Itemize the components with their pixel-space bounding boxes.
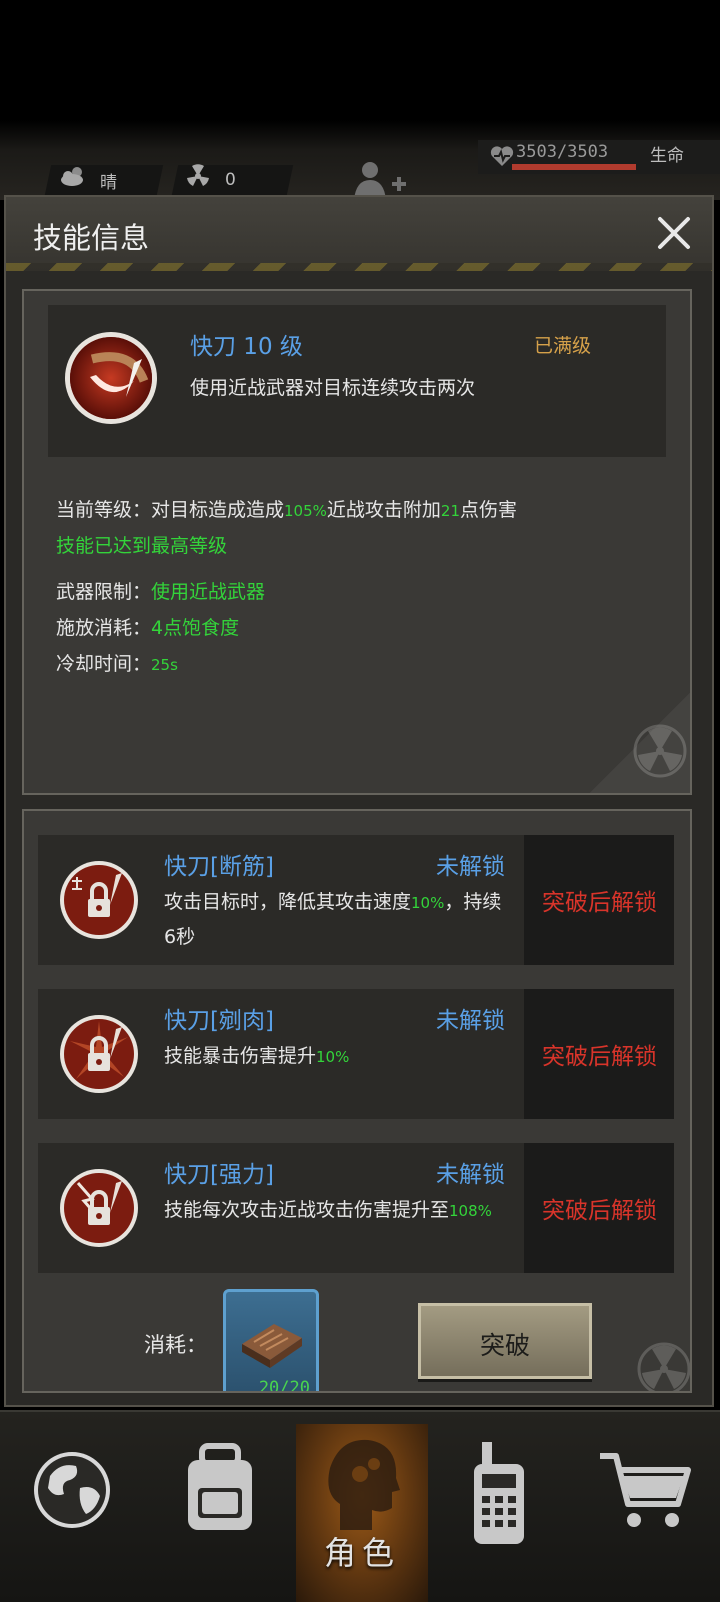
flesh-cut-skill-locked-icon xyxy=(60,1015,138,1093)
sub-skill-description: 攻击目标时，降低其攻击速度10%，持续6秒 xyxy=(164,885,504,954)
sub-skill-desc-prefix: 攻击目标时，降低其攻击速度 xyxy=(164,891,412,913)
skill-name: 快刀 10 级 xyxy=(190,334,303,360)
sub-skill-desc-value: 10% xyxy=(411,894,445,912)
current-level-suffix: 点伤害 xyxy=(460,499,518,521)
unlock-condition-text: 突破后解锁 xyxy=(542,890,657,916)
cast-cost-label: 施放消耗： xyxy=(56,617,152,639)
skill-info-panel: 快刀 10 级 已满级 使用近战武器对目标连续攻击两次 当前等级：对目标造成造成… xyxy=(22,289,692,795)
material-count: 20/20 xyxy=(258,1378,310,1393)
breakthrough-cost-label: 消耗： xyxy=(144,1333,207,1357)
world-map-icon[interactable] xyxy=(30,1440,140,1600)
sub-skill-status: 未解锁 xyxy=(436,854,505,880)
radiation-watermark-icon xyxy=(637,1342,690,1391)
add-friend-icon[interactable] xyxy=(352,160,412,200)
unlock-condition-text: 突破后解锁 xyxy=(542,1044,657,1070)
backpack-icon[interactable] xyxy=(172,1440,282,1600)
quick-blade-skill-icon xyxy=(65,332,157,424)
sub-skill-status: 未解锁 xyxy=(436,1162,505,1188)
max-level-badge: 已满级 xyxy=(534,335,592,357)
sub-skill-description: 技能每次攻击近战攻击伤害提升至108% xyxy=(164,1193,524,1228)
health-label: 生命 xyxy=(650,146,684,166)
sub-skill-desc-prefix: 技能暴击伤害提升 xyxy=(164,1045,317,1067)
unlock-condition-panel: 突破后解锁 xyxy=(524,989,674,1119)
dialog-title: 技能信息 xyxy=(33,221,150,255)
cooldown-value: 25s xyxy=(151,656,178,674)
radiation-icon xyxy=(187,164,209,186)
breakthrough-button-label: 突破 xyxy=(479,1331,530,1360)
skill-info-dialog: 技能信息 快刀 10 级 已满级 使用近战武器对目标连续攻击两次 当前等级：对目… xyxy=(4,195,714,1407)
current-level-mid: 近战攻击附加 xyxy=(326,499,441,521)
cloudy-sun-icon xyxy=(61,167,83,186)
sub-skill-desc-value: 108% xyxy=(449,1202,492,1220)
sub-skill-name: 快刀[剜肉] xyxy=(164,1008,274,1034)
unlock-condition-panel: 突破后解锁 xyxy=(524,835,674,965)
health-value: 3503/3503 xyxy=(516,142,609,162)
sub-skill-desc-prefix: 技能每次攻击近战攻击伤害提升至 xyxy=(164,1199,450,1221)
radiation-value: 0 xyxy=(225,170,236,190)
current-level-bonus: 21 xyxy=(440,502,461,520)
sub-skill-status: 未解锁 xyxy=(436,1008,505,1034)
skill-description: 使用近战武器对目标连续攻击两次 xyxy=(190,377,476,399)
current-level-line: 当前等级：对目标造成造成105%近战攻击附加21点伤害 xyxy=(56,495,517,522)
weapon-value: 使用近战武器 xyxy=(151,581,266,603)
skill-header: 快刀 10 级 已满级 使用近战武器对目标连续攻击两次 xyxy=(48,305,666,457)
breakthrough-material-slot[interactable]: 20/20 xyxy=(223,1289,319,1393)
close-icon[interactable] xyxy=(654,213,694,253)
health-bar xyxy=(512,164,636,170)
weather-text: 晴 xyxy=(100,173,117,193)
character-head-icon xyxy=(328,1439,400,1530)
nav-item-character[interactable]: 角色 xyxy=(296,1424,428,1602)
shopping-cart-icon[interactable] xyxy=(596,1440,706,1600)
health-bar-fill xyxy=(512,164,636,170)
current-level-prefix: 当前等级：对目标造成造成 xyxy=(56,499,285,521)
sub-skill-row[interactable]: 快刀[剜肉] 未解锁 技能暴击伤害提升10% 突破后解锁 xyxy=(38,989,674,1119)
hamstring-skill-locked-icon xyxy=(60,861,138,939)
sub-skill-row[interactable]: 快刀[强力] 未解锁 技能每次攻击近战攻击伤害提升至108% 突破后解锁 xyxy=(38,1143,674,1273)
sub-skill-row[interactable]: 快刀[断筋] 未解锁 攻击目标时，降低其攻击速度10%，持续6秒 突破后解锁 xyxy=(38,835,674,965)
current-level-pct: 105% xyxy=(284,502,327,520)
breakthrough-button[interactable]: 突破 xyxy=(418,1303,592,1379)
hazard-stripe xyxy=(6,263,712,271)
bottom-navigation: 角色 xyxy=(0,1410,720,1602)
unlock-condition-panel: 突破后解锁 xyxy=(524,1143,674,1273)
skill-book-icon xyxy=(242,1324,302,1368)
radiation-watermark-icon xyxy=(633,724,687,778)
sub-skill-name: 快刀[强力] xyxy=(164,1162,274,1188)
cooldown-label: 冷却时间： xyxy=(56,653,152,675)
cast-cost-line: 施放消耗：4点饱食度 xyxy=(56,613,239,640)
power-skill-locked-icon xyxy=(60,1169,138,1247)
weapon-restriction-line: 武器限制：使用近战武器 xyxy=(56,577,265,604)
nav-label-character: 角色 xyxy=(323,1534,400,1572)
sub-skills-panel: 快刀[断筋] 未解锁 攻击目标时，降低其攻击速度10%，持续6秒 突破后解锁 快… xyxy=(22,809,692,1393)
sub-skill-name: 快刀[断筋] xyxy=(164,854,274,880)
weapon-label: 武器限制： xyxy=(56,581,152,603)
sub-skill-desc-value: 10% xyxy=(316,1048,350,1066)
unlock-condition-text: 突破后解锁 xyxy=(542,1198,657,1224)
cast-cost-value: 4点饱食度 xyxy=(151,617,240,639)
max-level-reached: 技能已达到最高等级 xyxy=(56,535,228,557)
cooldown-line: 冷却时间：25s xyxy=(56,649,178,676)
dialog-header: 技能信息 xyxy=(6,197,712,271)
walkie-talkie-icon[interactable] xyxy=(466,1440,576,1600)
heart-icon xyxy=(490,146,514,166)
sub-skill-description: 技能暴击伤害提升10% xyxy=(164,1039,504,1074)
